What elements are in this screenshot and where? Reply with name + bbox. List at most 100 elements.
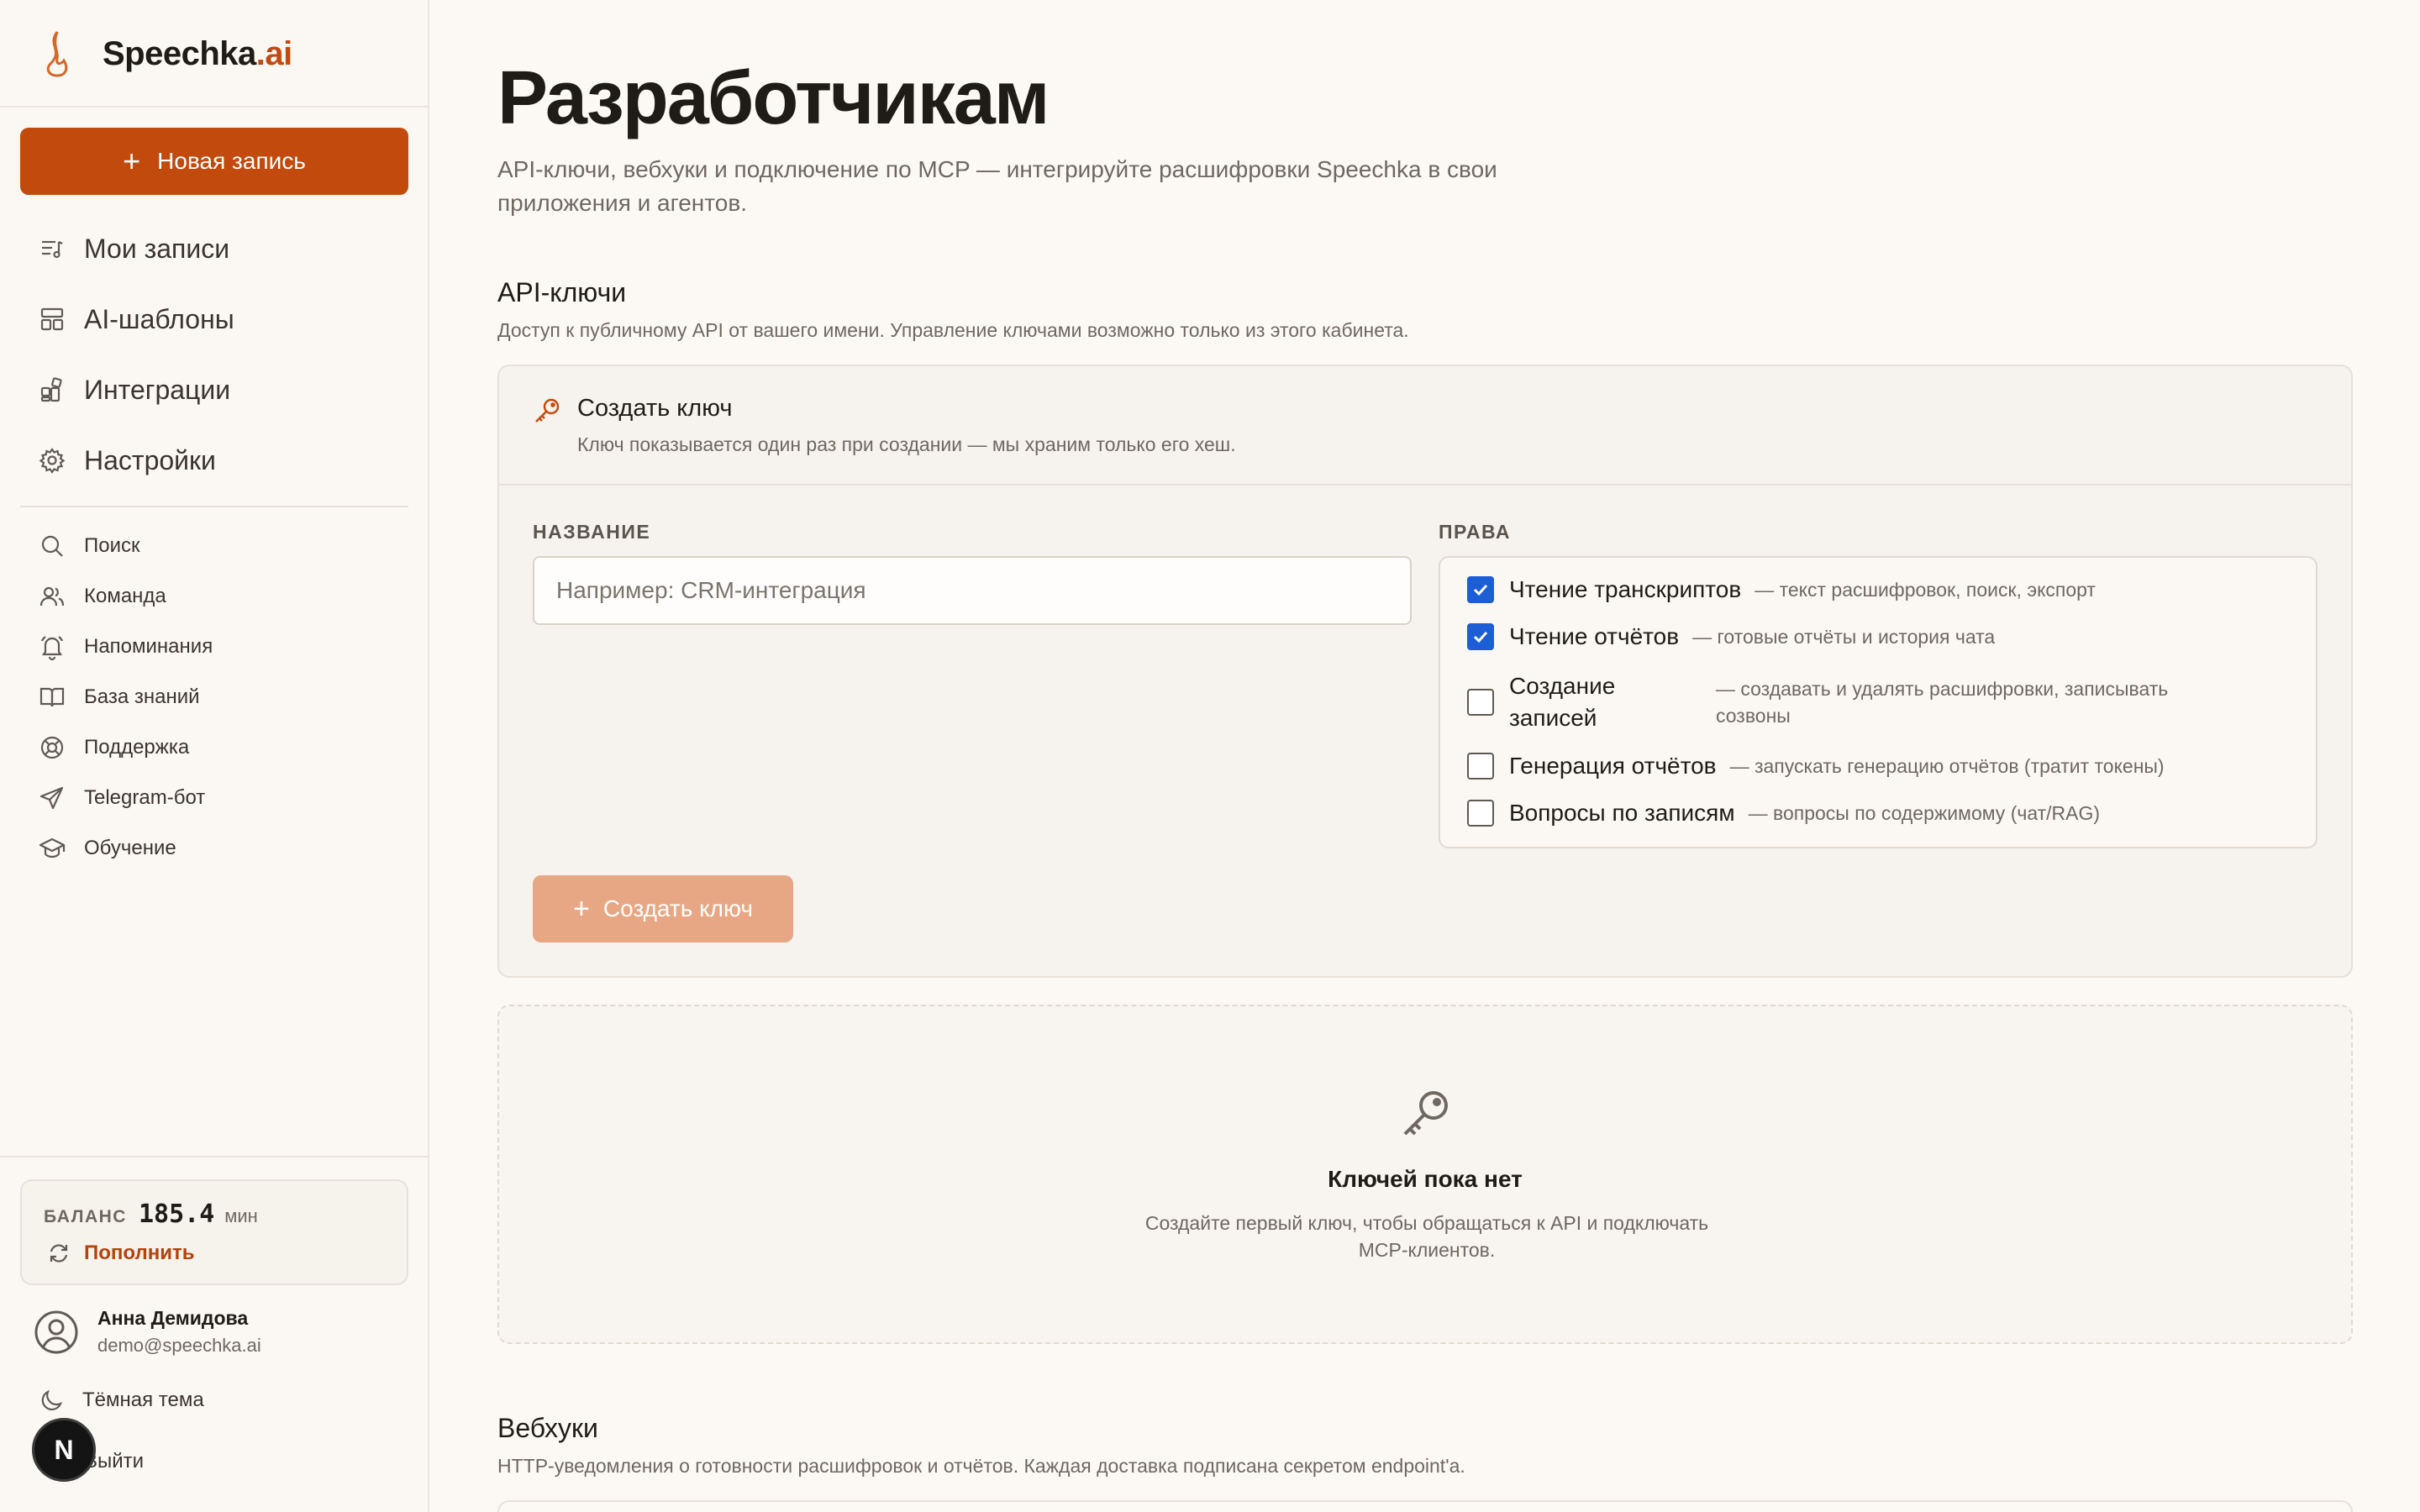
plus-icon: + — [123, 144, 141, 178]
sidebar-item-records[interactable]: Мои записи — [20, 213, 408, 284]
empty-description: Создайте первый ключ, чтобы обращаться к… — [1144, 1212, 1709, 1261]
new-record-button[interactable]: + Новая запись — [20, 128, 408, 195]
sidebar-item-label: Telegram-бот — [84, 786, 206, 809]
dark-theme-toggle[interactable]: Тёмная тема — [39, 1388, 204, 1413]
empty-keys-state: Ключей пока нет Создайте первый ключ, чт… — [497, 1005, 2353, 1344]
api-keys-title: API-ключи — [497, 277, 627, 307]
permission-name: Чтение отчётов — [1509, 623, 1680, 649]
sidebar-item-label: AI-шаблоны — [84, 303, 234, 334]
avatar — [34, 1310, 78, 1353]
permission-name: Создание записей — [1509, 673, 1616, 731]
user-name: Анна Демидова — [97, 1307, 249, 1329]
sidebar-item-telegram-bot[interactable]: Telegram-бот — [20, 773, 408, 823]
sidebar-item-label: Настройки — [84, 444, 216, 475]
book-icon — [39, 687, 65, 707]
sidebar-item-label: Обучение — [84, 837, 176, 859]
new-record-label: Новая запись — [157, 148, 306, 174]
permission-name: Генерация отчётов — [1509, 753, 1717, 779]
divider — [0, 1156, 428, 1158]
webhooks-description: HTTP-уведомления о готовности расшифрово… — [497, 1455, 1465, 1477]
permissions-label: ПРАВА — [1439, 521, 1512, 543]
balance-label: БАЛАНС — [44, 1207, 127, 1226]
topup-label: Пополнить — [84, 1242, 195, 1264]
brand[interactable]: Speechka.ai — [39, 27, 292, 81]
sidebar-item-label: Интеграции — [84, 374, 231, 405]
permission-name: Вопросы по записям — [1509, 800, 1735, 826]
create-key-title: Создать ключ — [577, 395, 733, 422]
main-nav: Мои записи AI-шаблоны Интеграции Настрой… — [20, 213, 408, 496]
permission-name: Чтение транскриптов — [1509, 576, 1742, 602]
balance-card: БАЛАНС 185.4 мин Пополнить — [20, 1179, 408, 1285]
topup-link[interactable]: Пополнить — [47, 1242, 194, 1265]
dev-badge-button[interactable]: N — [32, 1418, 96, 1482]
key-icon — [535, 398, 560, 423]
api-keys-description: Доступ к публичному API от вашего имени.… — [497, 319, 1409, 341]
sidebar-item-label: Напоминания — [84, 635, 213, 658]
create-key-subtitle: Ключ показывается один раз при создании … — [577, 433, 1236, 455]
moon-icon — [41, 1389, 63, 1410]
sidebar-item-learning[interactable]: Обучение — [20, 823, 408, 874]
sidebar-item-settings[interactable]: Настройки — [20, 425, 408, 496]
permissions-list: Чтение транскриптов — текст расшифровок,… — [1439, 556, 2317, 848]
page-description: API-ключи, вебхуки и подключение по MCP … — [497, 156, 1497, 216]
permission-create-records[interactable]: Создание записей — создавать и удалять ра… — [1467, 670, 2168, 734]
permission-desc: — запускать генерацию отчётов (тратит то… — [1729, 754, 2165, 777]
integrations-icon — [40, 377, 62, 402]
bell-icon — [40, 636, 64, 660]
permission-desc: — вопросы по содержимому (чат/RAG) — [1748, 801, 2101, 824]
records-list-icon — [42, 240, 63, 259]
checkbox-unchecked[interactable] — [1467, 753, 1494, 780]
sidebar-item-team[interactable]: Команда — [20, 571, 408, 622]
sidebar-item-integrations[interactable]: Интеграции — [20, 354, 408, 425]
sidebar-item-support[interactable]: Поддержка — [20, 722, 408, 773]
check-icon — [1473, 584, 1488, 596]
permission-desc: — текст расшифровок, поиск, экспорт — [1754, 578, 2096, 601]
balance-value: 185.4 — [138, 1200, 215, 1229]
sidebar-item-label: Мои записи — [84, 233, 230, 264]
sidebar-item-label: Поиск — [84, 534, 140, 557]
create-key-label: Создать ключ — [602, 895, 753, 921]
sidebar: Speechka.ai + Новая запись Мои записи AI… — [0, 0, 429, 1512]
user-email: demo@speechka.ai — [97, 1335, 261, 1356]
balance-unit: мин — [224, 1205, 258, 1226]
create-key-header: Создать ключ Ключ показывается один раз … — [499, 366, 2351, 486]
sidebar-item-label: Команда — [84, 585, 166, 607]
graduation-cap-icon — [39, 837, 66, 858]
gear-icon — [39, 448, 66, 474]
webhooks-card — [497, 1500, 2353, 1512]
sidebar-item-knowledge-base[interactable]: База знаний — [20, 672, 408, 722]
name-field-label: НАЗВАНИЕ — [533, 521, 651, 543]
flame-logo-icon — [46, 31, 68, 77]
secondary-nav: Поиск Команда Напоминания База знаний По… — [20, 521, 408, 874]
search-icon — [41, 535, 63, 557]
sidebar-item-templates[interactable]: AI-шаблоны — [20, 284, 408, 354]
permission-desc: — готовые отчёты и история чата — [1692, 625, 1996, 648]
check-icon — [1473, 631, 1488, 643]
checkbox-checked[interactable] — [1467, 576, 1494, 603]
empty-title: Ключей пока нет — [1328, 1166, 1523, 1192]
create-key-button[interactable]: + Создать ключ — [533, 875, 793, 942]
sidebar-item-reminders[interactable]: Напоминания — [20, 622, 408, 672]
divider — [20, 506, 408, 507]
checkbox-unchecked[interactable] — [1467, 689, 1494, 716]
team-icon — [39, 586, 65, 606]
sidebar-item-label: Поддержка — [84, 736, 190, 759]
create-key-card: Создать ключ Ключ показывается один раз … — [497, 365, 2353, 978]
permission-generate-reports[interactable]: Генерация отчётов — запускать генерацию … — [1467, 753, 2165, 780]
user-profile[interactable]: Анна Демидова demo@speechka.ai — [34, 1307, 261, 1357]
key-name-input[interactable] — [533, 556, 1412, 625]
dark-theme-label: Тёмная тема — [82, 1389, 204, 1411]
lifebuoy-icon — [40, 736, 64, 759]
permission-read-transcripts[interactable]: Чтение транскриптов — текст расшифровок,… — [1467, 576, 2096, 603]
page-title: Разработчикам — [497, 56, 1050, 140]
checkbox-unchecked[interactable] — [1467, 800, 1494, 827]
checkbox-checked[interactable] — [1467, 623, 1494, 650]
sidebar-item-search[interactable]: Поиск — [20, 521, 408, 571]
permission-desc: — создавать и удалять расшифровки, запис… — [1716, 678, 2169, 727]
divider — [0, 106, 428, 108]
permission-questions[interactable]: Вопросы по записям — вопросы по содержим… — [1467, 800, 2100, 827]
template-icon — [40, 307, 64, 331]
webhooks-title: Вебхуки — [497, 1413, 598, 1443]
brand-name: Speechka.ai — [103, 34, 292, 72]
permission-read-reports[interactable]: Чтение отчётов — готовые отчёты и истори… — [1467, 623, 1995, 650]
